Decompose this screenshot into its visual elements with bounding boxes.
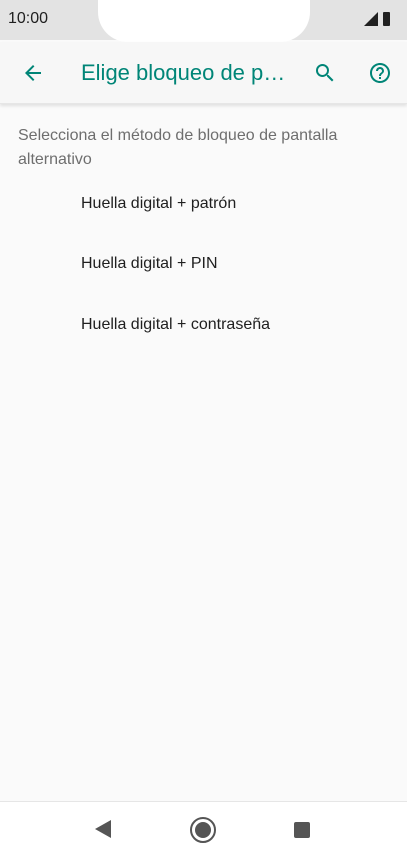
lock-method-description: Selecciona el método de bloqueo de panta…	[18, 127, 338, 168]
option-label: Huella digital + PIN	[81, 255, 218, 272]
help-button[interactable]	[365, 58, 395, 88]
option-fingerprint-pin[interactable]: Huella digital + PIN	[0, 234, 407, 294]
navigation-bar	[0, 801, 407, 856]
nav-back-button[interactable]	[92, 818, 114, 840]
search-icon	[316, 64, 334, 82]
status-bar: 10:00	[0, 0, 407, 42]
back-button[interactable]	[18, 58, 48, 88]
option-label: Huella digital + patrón	[81, 195, 237, 212]
app-bar: Elige bloqueo de p…	[0, 42, 407, 104]
screen: 10:00 Elige bloqueo de p… Selecciona el …	[0, 0, 407, 856]
nav-back-icon	[95, 820, 111, 838]
search-button[interactable]	[310, 58, 340, 88]
status-time: 10:00	[8, 10, 49, 27]
nav-recents-icon	[294, 822, 310, 838]
status-icons	[364, 12, 390, 26]
nav-home-button[interactable]	[189, 816, 217, 844]
option-fingerprint-password[interactable]: Huella digital + contraseña	[0, 295, 407, 355]
page-title: Elige bloqueo de p…	[81, 60, 286, 85]
display-notch	[98, 0, 310, 42]
option-fingerprint-pattern[interactable]: Huella digital + patrón	[0, 174, 407, 234]
help-icon	[370, 63, 390, 83]
nav-home-icon	[190, 817, 216, 843]
battery-icon	[383, 12, 390, 26]
option-label: Huella digital + contraseña	[81, 316, 271, 333]
signal-icon	[364, 12, 378, 26]
nav-recents-button[interactable]	[292, 820, 312, 840]
arrow-back-icon	[25, 65, 41, 81]
